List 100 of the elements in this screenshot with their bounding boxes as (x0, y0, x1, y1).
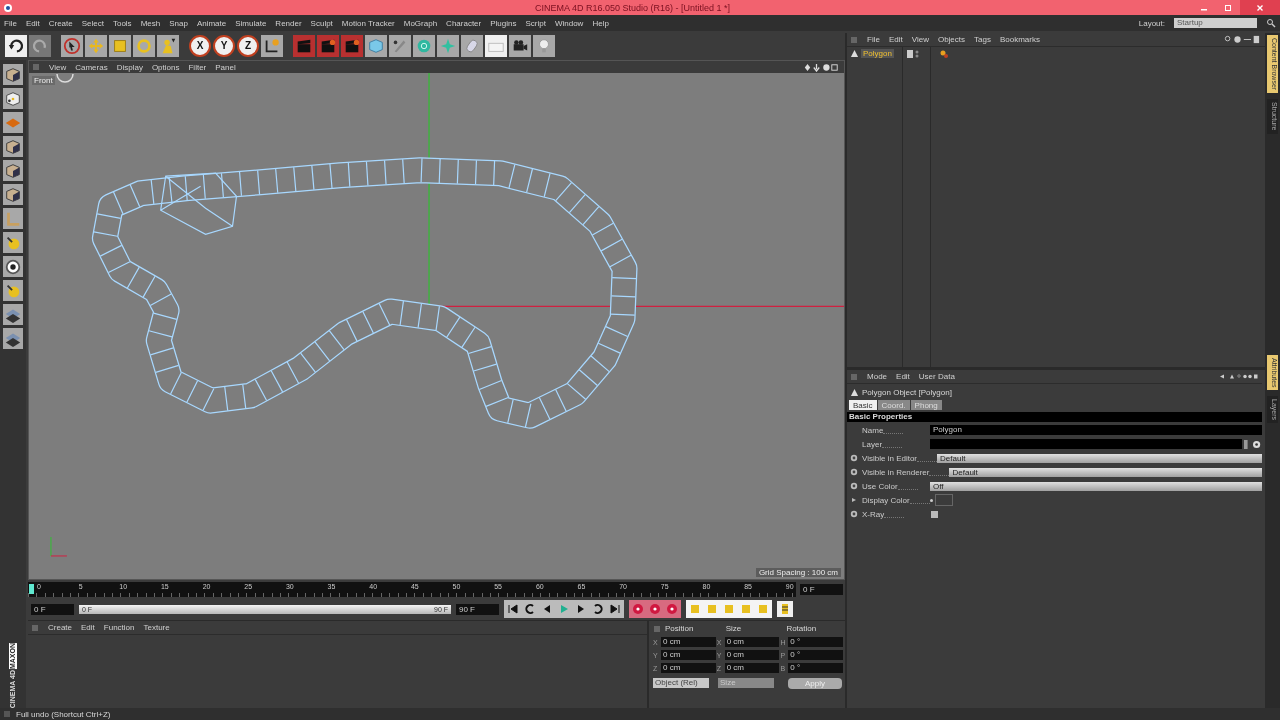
size-field[interactable]: 0 cm (724, 637, 780, 647)
size-field[interactable]: 0 cm (724, 650, 780, 660)
rotation-field[interactable]: 0 ° (788, 650, 844, 660)
points-icon[interactable] (3, 88, 23, 109)
menu-item[interactable]: Select (81, 18, 104, 28)
menu-item[interactable]: Simulate (235, 18, 267, 28)
panel-tools-icons[interactable] (1219, 372, 1260, 381)
coordinate-mode-dropdown[interactable]: Object (Rel) (653, 678, 710, 688)
menu-item[interactable]: Create (48, 18, 73, 28)
axis-lock-button[interactable]: Y (213, 34, 235, 57)
start-frame-field[interactable]: 0 F (31, 603, 74, 615)
menu-item[interactable]: Tools (112, 18, 132, 28)
go-start-icon[interactable] (505, 601, 521, 617)
dropdown-field[interactable]: Default (937, 453, 1263, 463)
menu-item[interactable]: Character (446, 18, 482, 28)
object-menu-item[interactable]: File (867, 35, 880, 44)
search-icon[interactable] (1266, 18, 1276, 28)
material-menu-item[interactable]: Create (48, 623, 72, 632)
rotation-field[interactable]: 0 ° (788, 663, 844, 673)
scale-icon[interactable] (109, 34, 131, 57)
axis-lock-button[interactable]: X (189, 34, 211, 57)
animation-dot-icon[interactable] (850, 454, 859, 462)
menu-item[interactable]: Window (554, 18, 584, 28)
layer-link-icon[interactable] (1244, 439, 1263, 449)
object-name[interactable]: Polygon (861, 49, 894, 58)
object-menu-item[interactable]: Edit (888, 35, 903, 44)
position-field[interactable]: 0 cm (661, 650, 716, 660)
menu-item[interactable]: Script (525, 18, 546, 28)
menu-item[interactable]: Mesh (140, 18, 161, 28)
material-menu-item[interactable]: Function (103, 623, 135, 632)
coordinate-system-icon[interactable] (261, 34, 283, 57)
layers-icon[interactable] (3, 304, 23, 325)
field-label: Layer (862, 439, 883, 449)
move-icon[interactable] (85, 34, 107, 57)
animation-dot-icon[interactable] (850, 510, 859, 518)
burst-icon[interactable] (437, 34, 459, 57)
camera-icon[interactable] (509, 34, 531, 57)
capsule-icon[interactable] (461, 34, 483, 57)
close-icon[interactable] (1255, 2, 1265, 13)
rotate-icon[interactable] (133, 34, 155, 57)
checkbox[interactable] (931, 510, 939, 518)
dropdown-field[interactable]: Off (930, 481, 1263, 491)
pen-icon[interactable] (389, 34, 411, 57)
disc-icon[interactable] (3, 256, 23, 277)
object-menu-item[interactable]: View (911, 35, 929, 44)
object-menu-item[interactable]: Tags (974, 35, 991, 44)
cursor-icon[interactable] (61, 34, 83, 57)
maximize-icon[interactable] (1223, 2, 1233, 13)
menu-item[interactable]: File (4, 18, 17, 28)
menu-item[interactable]: Snap (169, 18, 188, 28)
menu-item[interactable]: Help (592, 18, 609, 28)
go-end-icon[interactable] (607, 601, 623, 617)
menu-item[interactable]: Motion Tracker (341, 18, 395, 28)
visibility-dots-icon[interactable] (906, 49, 921, 59)
animation-dot-icon[interactable] (850, 468, 859, 476)
floor-icon[interactable] (485, 34, 507, 57)
layer-field[interactable] (930, 439, 1243, 449)
clapperboard-icon[interactable] (341, 34, 363, 57)
clapperboard-icon[interactable] (293, 34, 315, 57)
material-menu-item[interactable]: Edit (81, 623, 95, 632)
layers-icon[interactable] (3, 328, 23, 349)
viewport-menu-item[interactable]: View (49, 62, 67, 72)
viewport-menu-item[interactable]: Options (151, 62, 180, 72)
current-frame-field[interactable]: 0 F (800, 583, 844, 595)
clapperboard-icon[interactable] (317, 34, 339, 57)
viewport[interactable]: View Cameras Display Options Filter Panel Front Grid Spacing : 100 cm (28, 60, 846, 580)
menu-item[interactable]: Animate (196, 18, 227, 28)
coordinate-header: Position (665, 624, 695, 633)
attribute-menu-item[interactable]: Mode (867, 372, 888, 381)
size-field[interactable]: 0 cm (724, 663, 780, 673)
menu-item[interactable]: Sculpt (310, 18, 333, 28)
object-menu-item[interactable]: Bookmarks (999, 35, 1040, 44)
animation-dot-icon[interactable] (850, 482, 859, 490)
position-field[interactable]: 0 cm (661, 637, 716, 647)
color-swatch[interactable] (935, 494, 954, 506)
material-menu-item[interactable]: Texture (143, 623, 170, 632)
layout-dropdown[interactable]: Startup (1174, 18, 1257, 28)
menu-item[interactable]: Render (275, 18, 302, 28)
playhead[interactable] (29, 583, 34, 594)
viewport-menu-item[interactable]: Display (116, 62, 143, 72)
menu-item[interactable]: MoGraph (403, 18, 438, 28)
object-menu-item[interactable]: Objects (937, 35, 966, 44)
attribute-menu-item[interactable]: User Data (918, 372, 955, 381)
viewport-menu-item[interactable]: Filter (188, 62, 207, 72)
name-field[interactable]: Polygon (930, 425, 1263, 435)
attribute-menu-item[interactable]: Edit (896, 372, 910, 381)
light-bulb-icon[interactable] (533, 34, 555, 57)
attribute-tab[interactable]: Basic (849, 400, 877, 410)
menu-item[interactable]: Edit (25, 18, 40, 28)
viewport-menu-item[interactable]: Cameras (75, 62, 108, 72)
dropdown-field[interactable]: Default (949, 467, 1263, 477)
end-frame-field[interactable]: 90 F (456, 603, 499, 615)
menu-item[interactable]: Plugins (490, 18, 517, 28)
timeline-icon[interactable] (777, 601, 793, 617)
rotation-field[interactable]: 0 ° (788, 637, 844, 647)
undo-icon[interactable] (5, 34, 27, 57)
axis-lock-button[interactable]: Z (237, 34, 259, 57)
redo-icon[interactable] (29, 34, 51, 57)
viewport-menu-item[interactable]: Panel (215, 62, 236, 72)
position-field[interactable]: 0 cm (661, 663, 716, 673)
